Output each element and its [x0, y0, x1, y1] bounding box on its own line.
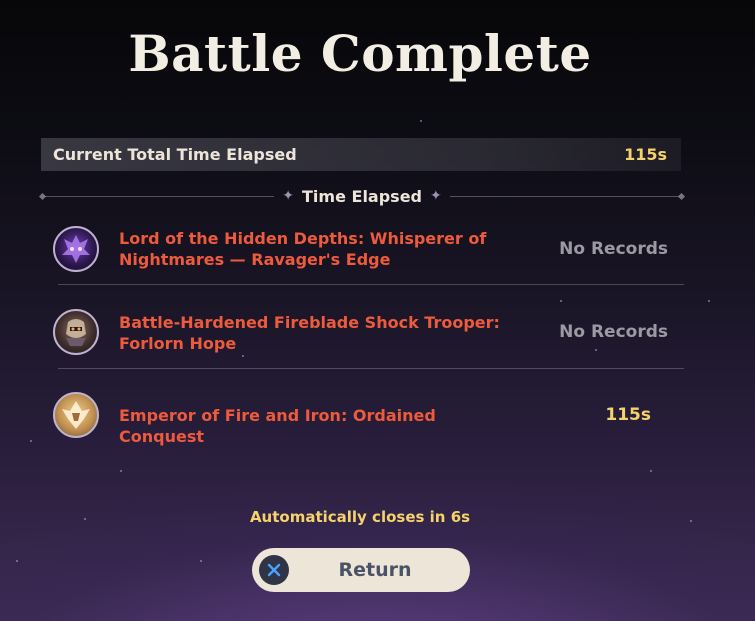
- section-title: Time Elapsed: [302, 186, 422, 206]
- total-time-bar: Current Total Time Elapsed 115s: [41, 138, 681, 171]
- section-divider: ✦ Time Elapsed ✦: [38, 186, 686, 206]
- row-separator: [58, 284, 684, 285]
- sparkle-icon: ✦: [282, 188, 295, 204]
- total-time-value: 115s: [624, 145, 667, 164]
- row-separator: [58, 368, 684, 369]
- golden-emperor-boss-icon: [53, 392, 99, 438]
- divider-line-left: [45, 195, 275, 197]
- close-x-icon: [259, 555, 289, 585]
- auto-close-countdown: Automatically closes in 6s: [249, 508, 471, 526]
- record-value: No Records: [559, 322, 668, 342]
- armored-trooper-boss-icon: [53, 309, 99, 355]
- boss-name: Battle-Hardened Fireblade Shock Trooper:…: [119, 313, 500, 353]
- record-value: No Records: [559, 239, 668, 259]
- boss-name: Lord of the Hidden Depths: Whisperer of …: [119, 229, 487, 269]
- divider-center: ✦ Time Elapsed ✦: [274, 187, 449, 206]
- boss-name: Emperor of Fire and Iron: Ordained Conqu…: [119, 406, 436, 446]
- page-title: Battle Complete: [128, 24, 592, 83]
- record-value: 115s: [605, 405, 651, 425]
- violet-dragon-boss-icon: [53, 226, 99, 272]
- divider-cap-right: [677, 192, 686, 200]
- sparkle-icon: ✦: [430, 188, 442, 204]
- return-button[interactable]: Return: [252, 548, 470, 592]
- divider-cap-left: [38, 192, 47, 200]
- divider-line-right: [449, 195, 680, 197]
- list-item: Emperor of Fire and Iron: Ordained Conqu…: [52, 383, 684, 453]
- total-time-label: Current Total Time Elapsed: [53, 145, 297, 164]
- list-item: Battle-Hardened Fireblade Shock Trooper:…: [52, 299, 684, 369]
- return-button-label: Return: [338, 559, 412, 581]
- list-item: Lord of the Hidden Depths: Whisperer of …: [52, 215, 684, 285]
